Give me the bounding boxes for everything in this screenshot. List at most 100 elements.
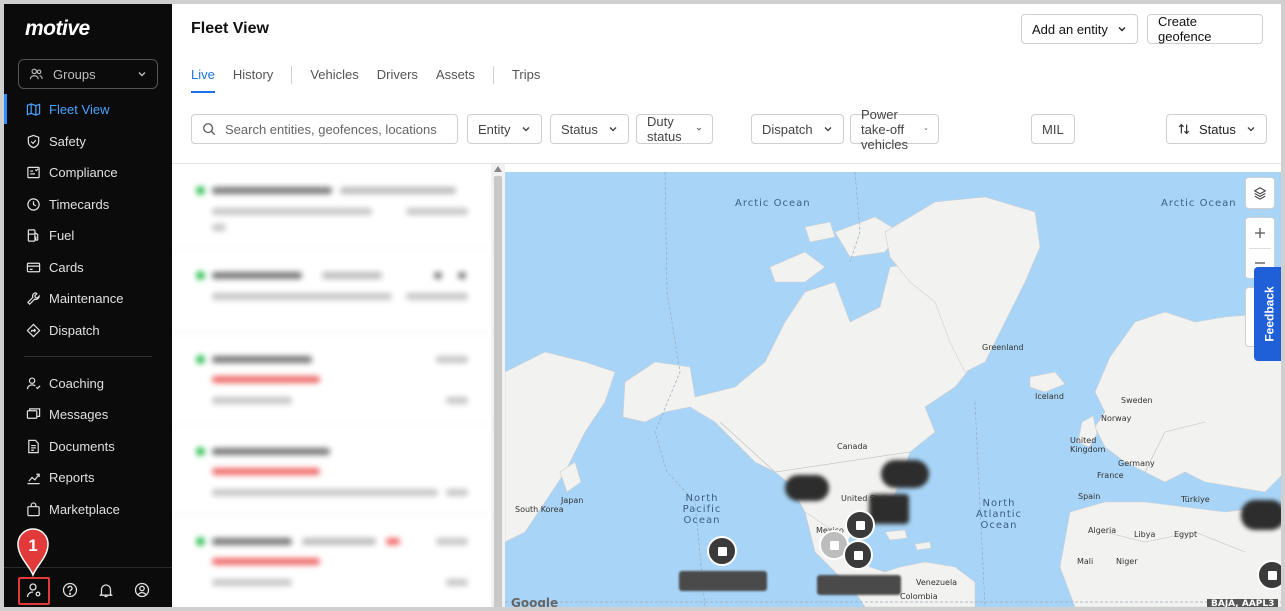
- sidebar-item-reports[interactable]: Reports: [4, 462, 172, 492]
- chevron-down-icon: [1247, 127, 1255, 132]
- list-item[interactable]: [172, 515, 490, 607]
- tab-assets[interactable]: Assets: [436, 62, 475, 96]
- tab-trips[interactable]: Trips: [512, 62, 540, 96]
- vehicle-marker[interactable]: [843, 540, 873, 570]
- vehicle-marker[interactable]: [707, 536, 737, 566]
- zoom-in-button[interactable]: [1254, 218, 1266, 248]
- add-entity-label: Add an entity: [1032, 21, 1108, 37]
- tab-divider: [492, 66, 494, 84]
- vehicle-marker[interactable]: [1257, 560, 1281, 590]
- entity-filter[interactable]: Entity: [467, 114, 542, 144]
- duty-status-filter[interactable]: Duty status: [636, 114, 713, 144]
- pto-filter[interactable]: Power take-off vehicles: [850, 107, 939, 152]
- create-geofence-button[interactable]: Create geofence: [1147, 14, 1263, 44]
- map-land: [505, 172, 1281, 607]
- country-label: Canada: [837, 442, 868, 451]
- profile-icon[interactable]: [134, 582, 150, 598]
- tab-live[interactable]: Live: [191, 62, 215, 96]
- help-icon[interactable]: [62, 582, 78, 598]
- entity-list: [172, 164, 505, 607]
- search-icon: [203, 123, 216, 136]
- sidebar-item-cards[interactable]: Cards: [4, 252, 172, 282]
- sidebar-item-safety[interactable]: Safety: [4, 126, 172, 156]
- sort-dropdown[interactable]: Status: [1166, 114, 1267, 144]
- sidebar-item-dispatch[interactable]: Dispatch: [4, 315, 172, 345]
- feedback-label: Feedback: [1262, 286, 1277, 342]
- mil-filter[interactable]: MIL: [1031, 114, 1075, 144]
- sidebar-item-maintenance[interactable]: Maintenance: [4, 283, 172, 313]
- sidebar-item-label: Maintenance: [49, 290, 124, 306]
- clock-icon: [27, 197, 40, 211]
- ocean-label: North Atlantic Ocean: [975, 498, 1023, 531]
- sidebar-item-label: Fuel: [49, 227, 75, 243]
- sidebar-item-timecards[interactable]: Timecards: [4, 189, 172, 219]
- sidebar-item-label: Compliance: [49, 164, 118, 180]
- sidebar-item-messages[interactable]: Messages: [4, 399, 172, 429]
- fuel-icon: [27, 228, 39, 242]
- vehicle-marker[interactable]: [845, 510, 875, 540]
- ocean-label: North Pacific Ocean: [682, 493, 722, 526]
- bell-icon[interactable]: [98, 582, 114, 598]
- country-label: Colombia: [900, 592, 938, 601]
- reports-icon: [27, 473, 40, 484]
- tab-vehicles[interactable]: Vehicles: [310, 62, 358, 96]
- sidebar-item-documents[interactable]: Documents: [4, 431, 172, 461]
- country-label: Norway: [1101, 414, 1132, 423]
- sidebar-item-compliance[interactable]: Compliance: [4, 157, 172, 187]
- chevron-down-icon: [924, 128, 928, 130]
- vehicle-cluster[interactable]: [869, 494, 909, 524]
- country-label: Sweden: [1121, 396, 1153, 405]
- vehicle-cluster[interactable]: [785, 475, 829, 501]
- vehicle-cluster[interactable]: [1241, 500, 1281, 530]
- vehicle-cluster[interactable]: [881, 460, 929, 488]
- groups-dropdown[interactable]: Groups: [18, 59, 158, 89]
- tab-history[interactable]: History: [233, 62, 273, 96]
- sidebar: motive Groups Fleet View Safety Complian…: [4, 4, 172, 607]
- google-logo: Google: [511, 596, 559, 607]
- ocean-label: Arctic Ocean: [1161, 198, 1237, 209]
- country-label: Libya: [1134, 530, 1156, 539]
- scroll-up-icon[interactable]: [494, 166, 502, 172]
- compliance-icon: [27, 166, 40, 178]
- sidebar-item-marketplace[interactable]: Marketplace: [4, 494, 172, 524]
- map-icon: [26, 102, 41, 116]
- page-header: Fleet View Add an entity Create geofence…: [172, 4, 1281, 164]
- sort-icon: [1178, 123, 1190, 135]
- chevron-down-icon: [1118, 27, 1126, 32]
- sidebar-item-fuel[interactable]: Fuel: [4, 220, 172, 250]
- users-icon: [29, 68, 43, 80]
- layers-icon: [1253, 187, 1267, 200]
- sidebar-item-label: Reports: [49, 469, 95, 485]
- motive-logo[interactable]: motive: [25, 17, 90, 41]
- corner-label: BAJA, AAPL3: [1207, 599, 1279, 607]
- sidebar-item-fleet-view[interactable]: Fleet View: [4, 94, 172, 124]
- search-input[interactable]: Search entities, geofences, locations: [191, 114, 458, 144]
- sidebar-item-coaching[interactable]: Coaching: [4, 368, 172, 398]
- list-item[interactable]: [172, 164, 490, 249]
- vehicle-label[interactable]: [817, 575, 901, 595]
- list-scrollbar[interactable]: [491, 164, 505, 607]
- tab-drivers[interactable]: Drivers: [377, 62, 418, 96]
- layers-button[interactable]: [1245, 177, 1275, 209]
- add-entity-button[interactable]: Add an entity: [1021, 14, 1138, 44]
- status-filter[interactable]: Status: [550, 114, 629, 144]
- country-label: South Korea: [515, 505, 564, 514]
- list-item[interactable]: [172, 249, 490, 333]
- sidebar-item-label: Timecards: [49, 196, 110, 212]
- card-icon: [26, 262, 41, 272]
- shield-icon: [27, 134, 40, 148]
- country-label: Germany: [1118, 459, 1155, 468]
- country-label: Iceland: [1035, 392, 1064, 401]
- dispatch-filter[interactable]: Dispatch: [751, 114, 844, 144]
- fleet-map[interactable]: Arctic Ocean Arctic Ocean North Pacific …: [505, 172, 1281, 607]
- list-item[interactable]: [172, 425, 490, 515]
- feedback-tab[interactable]: Feedback: [1254, 267, 1281, 361]
- scrollbar-thumb[interactable]: [494, 176, 502, 607]
- app-window: motive Groups Fleet View Safety Complian…: [0, 0, 1285, 611]
- list-item[interactable]: [172, 333, 490, 425]
- coaching-icon: [26, 376, 41, 389]
- country-label: Niger: [1116, 557, 1138, 566]
- vehicle-label[interactable]: [679, 571, 767, 591]
- sidebar-divider: [24, 356, 152, 357]
- search-placeholder: Search entities, geofences, locations: [225, 121, 437, 137]
